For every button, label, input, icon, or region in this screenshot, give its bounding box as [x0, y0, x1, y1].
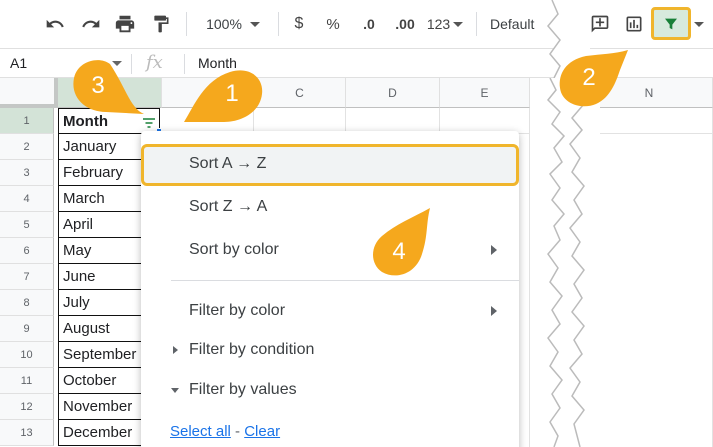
filter-by-values-item[interactable]: Filter by values: [189, 381, 297, 399]
callout-3: 3: [70, 58, 146, 116]
insert-comment-button[interactable]: [586, 8, 614, 40]
print-button[interactable]: [110, 8, 140, 40]
zoom-select[interactable]: 100%: [196, 8, 270, 40]
row-header[interactable]: 10: [0, 342, 54, 368]
sort-a-z-item[interactable]: Sort A → Z: [141, 144, 519, 186]
callout-number: 3: [91, 72, 105, 99]
fx-icon: fx: [146, 52, 163, 73]
chart-icon: [626, 16, 642, 32]
menu-divider: [171, 280, 519, 281]
callout-number: 4: [392, 238, 406, 265]
select-all-corner[interactable]: [0, 78, 58, 108]
print-icon: [115, 15, 135, 33]
number-format-label: 123: [426, 16, 451, 32]
redo-icon: [82, 19, 100, 28]
grid-cell[interactable]: [586, 108, 713, 134]
clear-link[interactable]: Clear: [244, 423, 280, 440]
row-header[interactable]: 13: [0, 420, 54, 446]
row-header[interactable]: 6: [0, 238, 54, 264]
row-header[interactable]: 9: [0, 316, 54, 342]
paint-format-button[interactable]: [146, 8, 176, 40]
create-filter-button[interactable]: [651, 7, 691, 40]
column-header-e[interactable]: E: [440, 78, 530, 108]
row-header[interactable]: 8: [0, 290, 54, 316]
row-header[interactable]: 1: [0, 108, 54, 134]
paint-roller-icon: [154, 15, 169, 33]
grid-cell: [586, 134, 713, 447]
increase-decimal-label: .00: [395, 16, 415, 32]
row-header[interactable]: 11: [0, 368, 54, 394]
number-format-select[interactable]: 123: [424, 8, 466, 40]
decrease-decimal-label: .0: [363, 16, 375, 32]
row-header[interactable]: 2: [0, 134, 54, 160]
toolbar: 100% $ % .0 .00 123 Default: [0, 0, 713, 48]
row-header[interactable]: 4: [0, 186, 54, 212]
callout-4: 4: [370, 208, 432, 282]
zoom-value: 100%: [206, 16, 242, 32]
chevron-down-icon: [453, 21, 464, 27]
add-comment-icon: [591, 15, 609, 33]
undo-icon: [46, 19, 64, 28]
link-separator: -: [235, 423, 241, 440]
increase-decimal-button[interactable]: .00: [390, 8, 420, 40]
filter-dropdown-menu: Sort A → Z Sort Z → A Sort by color Filt…: [141, 131, 519, 447]
insert-chart-button[interactable]: [620, 8, 648, 40]
filter-by-color-item[interactable]: Filter by color: [189, 302, 285, 320]
redo-button[interactable]: [76, 8, 106, 40]
filter-funnel-icon: [665, 18, 677, 29]
font-name: Default: [490, 16, 535, 32]
submenu-arrow-icon: [491, 306, 497, 316]
collapse-down-icon: [171, 388, 179, 393]
toolbar-divider: [476, 12, 477, 36]
filter-by-condition-item[interactable]: Filter by condition: [189, 341, 314, 359]
chevron-down-icon: [694, 21, 704, 27]
value-selection-links: Select all - Clear: [170, 423, 280, 440]
currency-button[interactable]: $: [288, 8, 310, 40]
sort-z-a-item[interactable]: Sort Z → A: [189, 198, 267, 216]
row-header[interactable]: 3: [0, 160, 54, 186]
chevron-down-icon: [249, 21, 260, 27]
percent-button[interactable]: %: [322, 8, 344, 40]
filter-options-dropdown[interactable]: [692, 8, 706, 40]
sort-by-color-item[interactable]: Sort by color: [189, 241, 279, 259]
callout-2: 2: [556, 48, 630, 110]
row-header[interactable]: 5: [0, 212, 54, 238]
row-header[interactable]: 7: [0, 264, 54, 290]
column-header-d[interactable]: D: [346, 78, 440, 108]
callout-number: 1: [225, 80, 239, 107]
callout-number: 2: [582, 64, 596, 91]
select-all-link[interactable]: Select all: [170, 423, 231, 440]
decrease-decimal-button[interactable]: .0: [354, 8, 384, 40]
row-header[interactable]: 12: [0, 394, 54, 420]
grid-cell: [520, 134, 530, 447]
submenu-arrow-icon: [491, 245, 497, 255]
callout-1: 1: [184, 66, 264, 124]
sort-a-z-label: Sort A → Z: [189, 155, 267, 172]
toolbar-divider: [186, 12, 187, 36]
undo-button[interactable]: [40, 8, 70, 40]
name-box[interactable]: A1: [10, 55, 27, 71]
torn-edge-decoration: [546, 78, 600, 447]
expand-right-icon: [173, 346, 178, 354]
toolbar-divider: [278, 12, 279, 36]
